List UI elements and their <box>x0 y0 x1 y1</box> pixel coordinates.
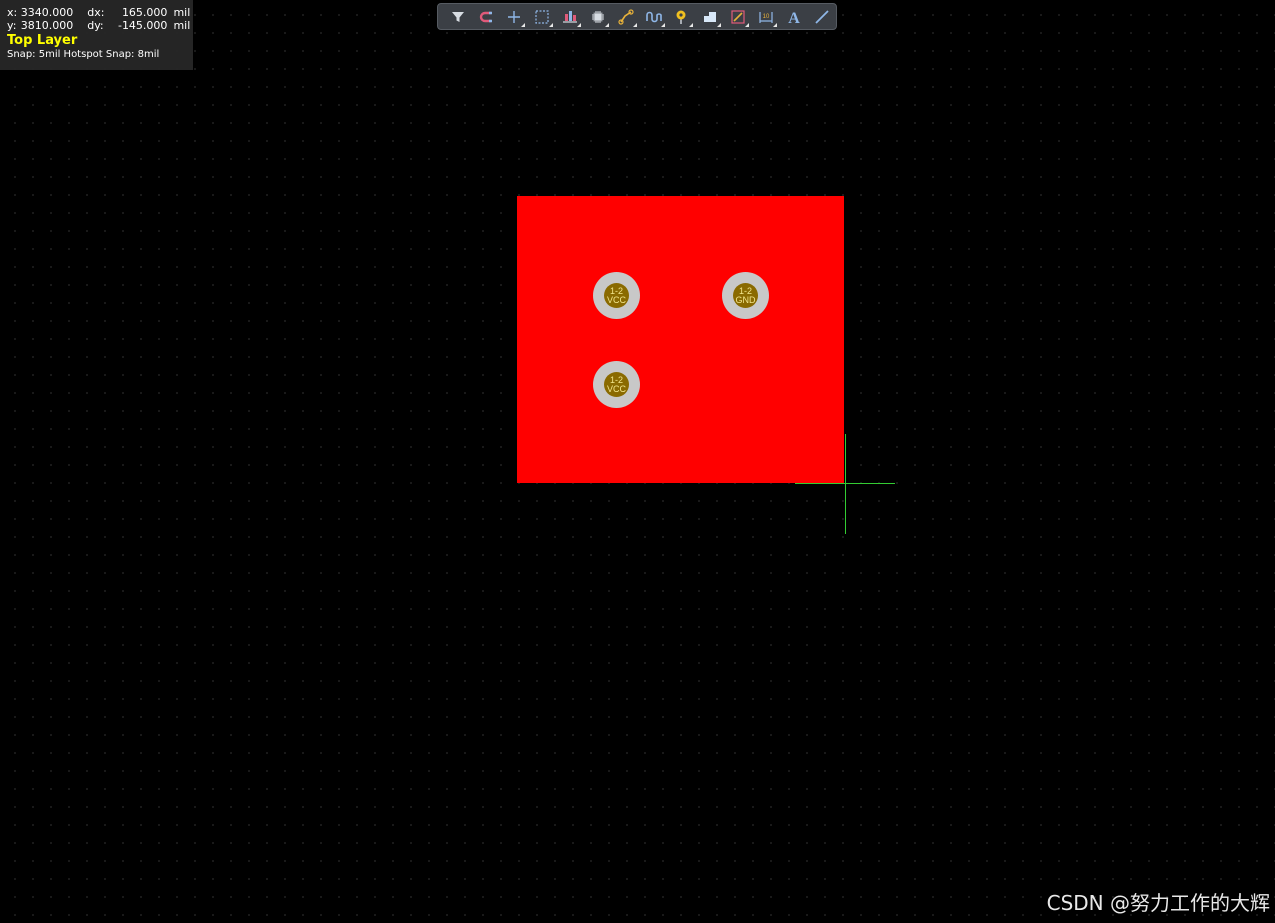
route-track-button[interactable] <box>612 6 640 28</box>
dropdown-arrow-icon <box>661 22 665 27</box>
hud-y-row: y: 3810.000 dy: -145.000 mil <box>7 19 193 32</box>
dropdown-arrow-icon <box>689 22 693 27</box>
dropdown-arrow-icon <box>549 22 553 27</box>
svg-text:A: A <box>788 10 800 26</box>
dropdown-arrow-icon <box>577 22 581 27</box>
filter-icon <box>452 11 464 22</box>
x-label: x: <box>7 6 18 19</box>
via-net-label: GND <box>735 294 756 305</box>
crosshair-move-button[interactable] <box>500 6 528 28</box>
dx-unit: mil <box>173 6 191 19</box>
dropdown-arrow-icon <box>521 22 525 27</box>
dropdown-arrow-icon <box>605 22 609 27</box>
heads-up-display: x: 3340.000 dx: 165.000 mil y: 3810.000 … <box>0 0 193 70</box>
via-gnd[interactable]: 1-2 GND <box>722 272 769 319</box>
via-net-label: VCC <box>606 294 626 305</box>
dropdown-arrow-icon <box>717 22 721 27</box>
snap-magnet-icon <box>479 11 492 22</box>
active-bar-toolbar: 10 A <box>437 3 837 30</box>
filter-button[interactable] <box>444 6 472 28</box>
line-icon <box>815 9 829 24</box>
dy-label: dy: <box>87 19 104 32</box>
via-hole: 1-2 GND <box>733 283 758 308</box>
via-pad-button[interactable] <box>668 6 696 28</box>
keepout-button[interactable] <box>724 6 752 28</box>
dropdown-arrow-icon <box>773 22 777 27</box>
via-hole: 1-2 VCC <box>604 372 629 397</box>
via-vcc-2[interactable]: 1-2 VCC <box>593 361 640 408</box>
y-value: 3810.000 <box>20 19 74 32</box>
length-tuning-button[interactable] <box>640 6 668 28</box>
pcb-canvas[interactable]: 1-2 VCC 1-2 GND 1-2 VCC x: 3340.000 dx: … <box>0 0 1275 923</box>
polygon-pour-button[interactable] <box>696 6 724 28</box>
svg-text:10: 10 <box>763 14 770 20</box>
x-value: 3340.000 <box>20 6 74 19</box>
dy-value: -145.000 <box>117 19 168 32</box>
dimension-button[interactable]: 10 <box>752 6 780 28</box>
component-button[interactable] <box>584 6 612 28</box>
current-layer-label: Top Layer <box>7 33 78 48</box>
watermark: CSDN @努力工作的大辉 <box>1046 891 1270 915</box>
line-button[interactable] <box>808 6 836 28</box>
via-vcc-1[interactable]: 1-2 VCC <box>593 272 640 319</box>
y-label: y: <box>7 19 17 32</box>
dx-value: 165.000 <box>121 6 168 19</box>
copper-pour-board[interactable]: 1-2 VCC 1-2 GND 1-2 VCC <box>517 196 844 483</box>
snap-magnet-button[interactable] <box>472 6 500 28</box>
hud-x-row: x: 3340.000 dx: 165.000 mil <box>7 6 193 19</box>
dy-unit: mil <box>173 19 191 32</box>
snap-info: Snap: 5mil Hotspot Snap: 8mil <box>7 49 160 60</box>
dropdown-arrow-icon <box>633 22 637 27</box>
align-button[interactable] <box>556 6 584 28</box>
dropdown-arrow-icon <box>745 22 749 27</box>
dx-label: dx: <box>87 6 105 19</box>
via-hole: 1-2 VCC <box>604 283 629 308</box>
select-rectangle-button[interactable] <box>528 6 556 28</box>
cursor-crosshair-vertical <box>845 434 846 534</box>
text-string-icon: A <box>788 10 800 26</box>
via-net-label: VCC <box>606 383 626 394</box>
text-string-button[interactable]: A <box>780 6 808 28</box>
